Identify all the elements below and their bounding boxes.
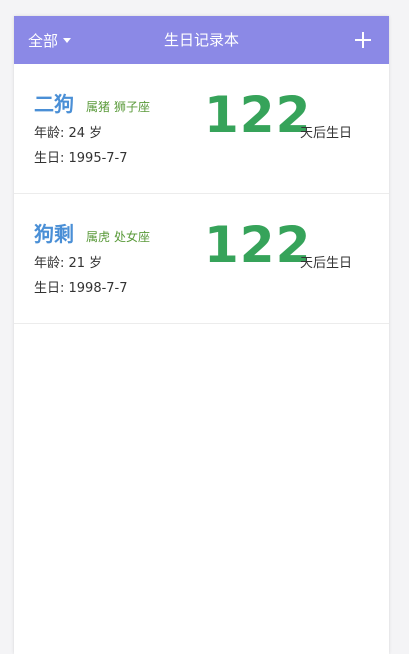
days-until-count: 122 (204, 86, 312, 144)
birthday-record-card[interactable]: 二狗 属猪 狮子座 年龄: 24 岁 生日: 1995-7-7 122 天后生日 (14, 64, 389, 194)
tags: 属猪 狮子座 (86, 98, 150, 115)
plus-icon (355, 32, 371, 48)
days-until-label: 天后生日 (300, 126, 353, 141)
tags: 属虎 处女座 (86, 228, 150, 245)
birthday-record-card[interactable]: 狗剩 属虎 处女座 年龄: 21 岁 生日: 1998-7-7 122 天后生日 (14, 194, 389, 324)
constellation-tag: 处女座 (114, 230, 151, 244)
nav-bar: 全部 生日记录本 (14, 16, 389, 64)
zodiac-tag: 属虎 (86, 230, 111, 244)
name-line: 二狗 属猪 狮子座 (34, 88, 150, 117)
filter-label: 全部 (28, 31, 59, 50)
age-text: 年龄: 21 岁 (34, 256, 103, 271)
birthday-text: 生日: 1995-7-7 (34, 151, 128, 166)
age-text: 年龄: 24 岁 (34, 126, 103, 141)
birthday-text: 生日: 1998-7-7 (34, 281, 128, 296)
filter-dropdown[interactable]: 全部 (28, 16, 72, 64)
app-container: 全部 生日记录本 二狗 属猪 狮子座 年龄: 24 岁 生日: 1995-7-7 … (14, 16, 389, 654)
zodiac-tag: 属猪 (86, 100, 111, 114)
caret-down-icon (63, 38, 72, 43)
days-until-label: 天后生日 (300, 256, 353, 271)
person-name: 狗剩 (34, 222, 74, 246)
person-name: 二狗 (34, 92, 74, 116)
days-until-count: 122 (204, 216, 312, 274)
add-record-button[interactable] (351, 28, 375, 52)
constellation-tag: 狮子座 (114, 100, 151, 114)
name-line: 狗剩 属虎 处女座 (34, 218, 150, 247)
